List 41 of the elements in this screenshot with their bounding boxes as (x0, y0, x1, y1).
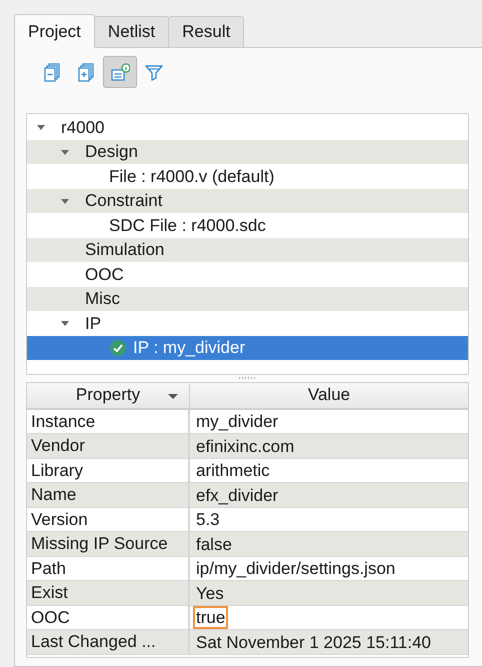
tree-item-label: Misc (85, 289, 120, 310)
table-cell[interactable]: false (193, 534, 235, 555)
tree-item-label: Constraint (85, 191, 162, 212)
toolbar-button[interactable] (103, 56, 137, 88)
tree-item-label: IP (85, 314, 102, 334)
expand-arrow-icon[interactable] (61, 321, 69, 326)
tab[interactable]: Result (168, 16, 244, 47)
table-cell[interactable]: 5.3 (193, 509, 223, 530)
tree-item[interactable]: IP : my_divider (27, 336, 468, 360)
column-header[interactable]: Value (190, 382, 468, 408)
table-cell: Last Changed ... (27, 630, 190, 654)
sort-indicator-icon[interactable] (168, 394, 178, 399)
tree-item-label: SDC File : r4000.sdc (109, 216, 266, 236)
table-cell[interactable]: Sat November 1 2025 15:11:40 (193, 632, 434, 653)
tree-item-label: IP : my_divider (133, 338, 246, 358)
expand-arrow-icon[interactable] (61, 198, 69, 204)
tree-item-label: OOC (85, 264, 124, 285)
tree-item-label: r4000 (61, 118, 104, 138)
tree-item-label: File : r4000.v (default) (109, 166, 274, 187)
tree-item[interactable]: Misc (27, 286, 468, 312)
collapse-all-icon (42, 62, 62, 82)
tree-item[interactable]: Constraint (27, 188, 468, 214)
info-card-icon (110, 62, 130, 82)
table-cell[interactable]: true (193, 606, 228, 630)
tab[interactable]: Netlist (94, 16, 170, 47)
tree-item[interactable]: Simulation (27, 238, 468, 262)
splitter-handle[interactable] (238, 377, 256, 380)
expand-arrow-icon[interactable] (37, 125, 45, 130)
table-cell[interactable]: my_divider (193, 411, 282, 432)
table-cell[interactable]: Yes (193, 582, 227, 604)
column-header[interactable]: Property (27, 382, 190, 408)
table-cell[interactable]: efinixinc.com (193, 436, 298, 457)
tree-item-label: Simulation (85, 240, 164, 260)
tree-item-label: Design (85, 142, 138, 162)
expand-arrow-icon[interactable] (61, 150, 69, 155)
table-cell[interactable]: arithmetic (193, 460, 273, 482)
expand-all-icon (76, 62, 96, 82)
tab[interactable]: Project (14, 14, 95, 48)
table-cell[interactable]: efx_divider (193, 484, 282, 506)
table-cell[interactable]: ip/my_divider/settings.json (193, 558, 398, 580)
tree-item[interactable]: Design (27, 140, 468, 164)
